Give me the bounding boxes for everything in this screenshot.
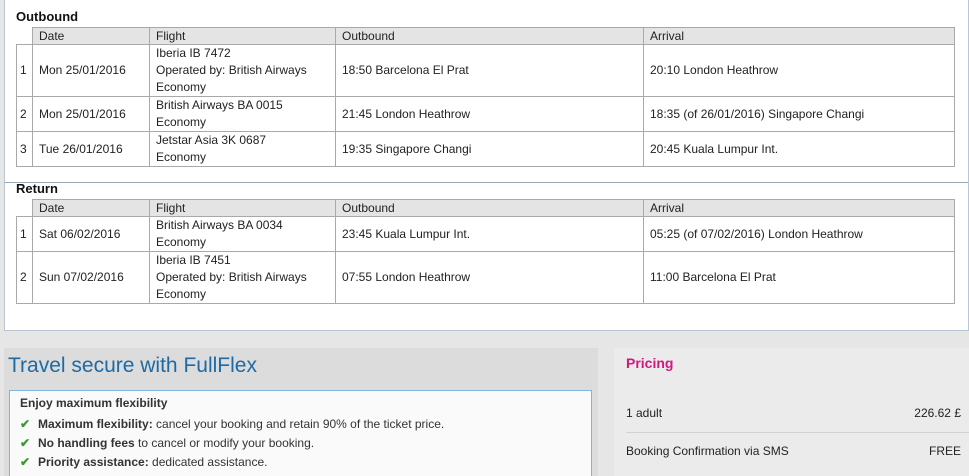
header-flight: Flight [149, 27, 336, 45]
checkmark-icon: ✔ [20, 455, 31, 469]
section-divider [5, 182, 968, 183]
row-flight: Jetstar Asia 3K 0687 Economy [149, 131, 336, 167]
header-num [16, 199, 33, 217]
fullflex-title: Travel secure with FullFlex [8, 354, 257, 377]
row-arrival: 18:35 (of 26/01/2016) Singapore Changi [643, 96, 955, 132]
flight-class: Economy [156, 287, 207, 301]
row-number: 2 [16, 251, 33, 304]
benefit-bold: Priority assistance: [38, 455, 149, 469]
table-header-row: Date Flight Outbound Arrival [16, 199, 955, 217]
fullflex-panel: Travel secure with FullFlex Enjoy maximu… [4, 348, 598, 476]
itinerary-panel: Outbound Date Flight Outbound Arrival 1 … [4, 0, 969, 331]
row-date: Tue 26/01/2016 [32, 131, 150, 167]
flight-number: Jetstar Asia 3K 0687 [156, 133, 267, 147]
flight-operator: Operated by: British Airways [156, 270, 307, 284]
row-arrival: 20:10 London Heathrow [643, 44, 955, 97]
header-date: Date [32, 27, 150, 45]
table-row: 1 Mon 25/01/2016 Iberia IB 7472 Operated… [16, 44, 955, 97]
price-value: FREE [928, 444, 961, 458]
row-arrival: 20:45 Kuala Lumpur Int. [643, 131, 955, 167]
benefit-item: ✔ No handling fees to cancel or modify yo… [20, 434, 591, 453]
benefit-bold: Maximum flexibility: [38, 417, 153, 431]
table-row: 2 Mon 25/01/2016 British Airways BA 0015… [16, 96, 955, 132]
flight-number: British Airways BA 0015 [156, 98, 283, 112]
row-outbound: 18:50 Barcelona El Prat [335, 44, 644, 97]
header-outbound: Outbound [335, 199, 644, 217]
row-date: Mon 25/01/2016 [32, 44, 150, 97]
outbound-section-title: Outbound [16, 9, 79, 24]
flight-class: Economy [156, 115, 207, 129]
pricing-divider [626, 432, 969, 433]
row-arrival: 05:25 (of 07/02/2016) London Heathrow [643, 216, 955, 252]
header-num [16, 27, 33, 45]
flight-class: Economy [156, 150, 207, 164]
row-outbound: 19:35 Singapore Changi [335, 131, 644, 167]
row-date: Mon 25/01/2016 [32, 96, 150, 132]
flight-operator: Operated by: British Airways [156, 63, 307, 77]
row-flight: British Airways BA 0015 Economy [149, 96, 336, 132]
row-arrival: 11:00 Barcelona El Prat [643, 251, 955, 304]
outbound-flights-table: Date Flight Outbound Arrival 1 Mon 25/01… [16, 27, 955, 167]
header-arrival: Arrival [643, 27, 955, 45]
row-flight: British Airways BA 0034 Economy [149, 216, 336, 252]
row-flight: Iberia IB 7472 Operated by: British Airw… [149, 44, 336, 97]
benefit-bold: No handling fees [38, 436, 135, 450]
checkmark-icon: ✔ [20, 436, 31, 450]
checkmark-icon: ✔ [20, 417, 31, 431]
return-flights-table: Date Flight Outbound Arrival 1 Sat 06/02… [16, 199, 955, 304]
flight-number: Iberia IB 7472 [156, 46, 231, 60]
flight-number: Iberia IB 7451 [156, 253, 231, 267]
header-arrival: Arrival [643, 199, 955, 217]
row-date: Sat 06/02/2016 [32, 216, 150, 252]
fullflex-benefits-box: Enjoy maximum flexibility ✔ Maximum flexi… [9, 390, 592, 476]
header-outbound: Outbound [335, 27, 644, 45]
price-row-sms: Booking Confirmation via SMS FREE [626, 441, 961, 461]
row-outbound: 21:45 London Heathrow [335, 96, 644, 132]
flight-class: Economy [156, 80, 207, 94]
table-header-row: Date Flight Outbound Arrival [16, 27, 955, 45]
row-number: 2 [16, 96, 33, 132]
price-value: 226.62 £ [914, 406, 961, 420]
price-label: 1 adult [626, 406, 663, 420]
benefit-text: dedicated assistance. [148, 455, 268, 469]
flight-number: British Airways BA 0034 [156, 218, 283, 232]
benefit-item: ✔ Maximum flexibility: cancel your bookin… [20, 415, 591, 434]
header-date: Date [32, 199, 150, 217]
price-row-adult: 1 adult 226.62 £ [626, 403, 961, 423]
table-row: 3 Tue 26/01/2016 Jetstar Asia 3K 0687 Ec… [16, 131, 955, 167]
table-row: 2 Sun 07/02/2016 Iberia IB 7451 Operated… [16, 251, 955, 304]
pricing-panel: Pricing 1 adult 226.62 £ Booking Confirm… [614, 348, 969, 476]
flight-class: Economy [156, 235, 207, 249]
benefit-text: to cancel or modify your booking. [134, 436, 315, 450]
benefit-item: ✔ Priority assistance: dedicated assistan… [20, 453, 591, 472]
row-outbound: 23:45 Kuala Lumpur Int. [335, 216, 644, 252]
table-row: 1 Sat 06/02/2016 British Airways BA 0034… [16, 216, 955, 252]
header-flight: Flight [149, 199, 336, 217]
row-number: 1 [16, 44, 33, 97]
benefit-text: cancel your booking and retain 90% of th… [152, 417, 445, 431]
row-flight: Iberia IB 7451 Operated by: British Airw… [149, 251, 336, 304]
fullflex-heading: Enjoy maximum flexibility [20, 396, 168, 410]
row-date: Sun 07/02/2016 [32, 251, 150, 304]
row-number: 3 [16, 131, 33, 167]
row-number: 1 [16, 216, 33, 252]
row-outbound: 07:55 London Heathrow [335, 251, 644, 304]
price-label: Booking Confirmation via SMS [626, 444, 789, 458]
pricing-title: Pricing [626, 355, 674, 371]
